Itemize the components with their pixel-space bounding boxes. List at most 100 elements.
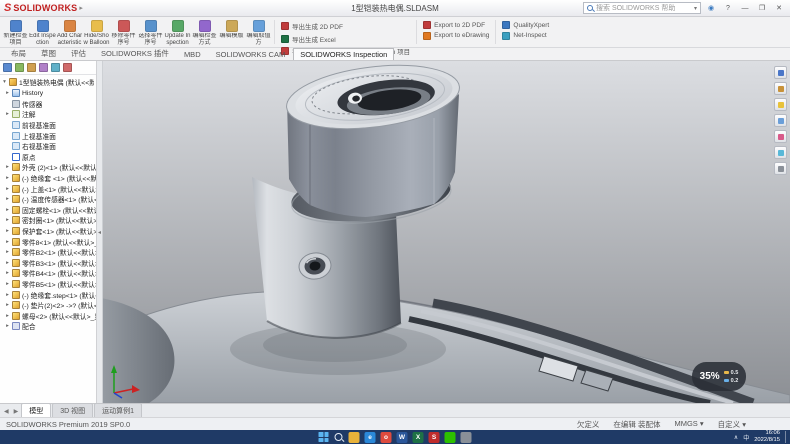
expand-arrow-icon[interactable]: ▸	[5, 217, 10, 223]
manager-tab-icon[interactable]	[15, 63, 24, 72]
ribbon-button[interactable]: 移除零件序号	[110, 18, 137, 46]
menu-expand-arrow-icon[interactable]: ▸	[79, 4, 83, 12]
expand-arrow-icon[interactable]: ▸	[5, 164, 10, 170]
taskbar-clock[interactable]: 16:06 2022/8/15	[754, 430, 780, 443]
manager-tab-icon[interactable]	[51, 63, 60, 72]
expand-arrow-icon[interactable]: ▸	[5, 90, 10, 96]
minimize-button[interactable]: —	[738, 2, 752, 15]
status-item[interactable]: 欠定义	[577, 419, 600, 430]
tree-item[interactable]: ▸ 外壳 (2)<1> (默认<<默认>_显示状	[5, 162, 96, 173]
status-item[interactable]: 自定义 ▾	[718, 419, 746, 430]
quality-menu-item[interactable]: QualityXpert	[502, 21, 549, 29]
manager-tab-icon[interactable]	[39, 63, 48, 72]
tree-item[interactable]: 原点	[5, 152, 96, 163]
expand-arrow-icon[interactable]: ▾	[2, 79, 7, 85]
export-menu-item[interactable]: Export to 2D PDF	[423, 21, 489, 29]
expand-arrow-icon[interactable]: ▸	[5, 239, 10, 245]
tree-item[interactable]: ▸ (-) 绝缘套.step<1> (默认<<默认	[5, 289, 96, 300]
help-search-input[interactable]: 搜索 SOLIDWORKS 帮助 ▾	[583, 2, 701, 14]
export-menu-item[interactable]: Export to eDrawing	[423, 32, 489, 40]
expand-arrow-icon[interactable]: ▸	[5, 292, 10, 298]
export-menu-item[interactable]: 导出生成 Excel	[281, 34, 410, 44]
ribbon-button[interactable]: Hide/Show Balloons	[83, 18, 110, 46]
help-button[interactable]: ?	[721, 2, 735, 15]
ribbon-button[interactable]: 新建检查项目	[2, 18, 29, 46]
ribbon-button[interactable]: 编辑取值方	[245, 18, 272, 46]
login-user-icon[interactable]: ◉	[704, 2, 718, 15]
expand-arrow-icon[interactable]: ▸	[5, 313, 10, 319]
tree-item[interactable]: ▸ 零件B3<1> (默认<<默认>_显	[5, 258, 96, 269]
task-pane-tab-icon[interactable]	[774, 98, 787, 111]
document-tab[interactable]: 运动算例1	[94, 403, 142, 417]
tree-item[interactable]: ▸ 密封圈<1> (默认<<默认>_显示	[5, 215, 96, 226]
tree-item[interactable]: ▸ 配合	[5, 321, 96, 332]
search-dropdown-icon[interactable]: ▾	[694, 5, 697, 12]
ribbon-button[interactable]: 选择零件序号	[137, 18, 164, 46]
ribbon-button[interactable]: Add Characteristic	[56, 18, 83, 46]
task-pane-tab-icon[interactable]	[774, 162, 787, 175]
maximize-button[interactable]: ❐	[755, 2, 769, 15]
taskbar-app-icon[interactable]	[445, 432, 456, 443]
task-pane-tab-icon[interactable]	[774, 114, 787, 127]
expand-arrow-icon[interactable]: ▸	[5, 196, 10, 202]
manager-tab-icon[interactable]	[63, 63, 72, 72]
show-desktop-button[interactable]	[785, 431, 787, 443]
ime-indicator[interactable]: 中	[743, 433, 749, 442]
start-button[interactable]	[319, 432, 329, 442]
tree-item[interactable]: ▸ 零件B5<1> (默认<<默认>_显	[5, 279, 96, 290]
expand-arrow-icon[interactable]: ▸	[5, 281, 10, 287]
ribbon-button[interactable]: Update Inspection Project	[164, 18, 191, 46]
ribbon-button[interactable]: 编辑模版	[218, 18, 245, 46]
taskbar-app-icon[interactable]: S	[429, 432, 440, 443]
tree-item[interactable]: ▸ (-) 垫片(2)<2> ->? (默认<<默认	[5, 300, 96, 311]
document-tab[interactable]: 3D 视图	[52, 403, 93, 417]
document-tab[interactable]: 模型	[21, 403, 51, 417]
tree-item[interactable]: ▸ (-) 绝缘套 <1> (默认<<默认>_显	[5, 173, 96, 184]
command-tab[interactable]: 草图	[34, 46, 63, 60]
command-tab[interactable]: SOLIDWORKS CAM	[209, 48, 293, 60]
expand-arrow-icon[interactable]: ▸	[5, 175, 10, 181]
tree-item[interactable]: ▸ 零件8<1> (默认<<默认>_显示状态	[5, 236, 96, 247]
expand-arrow-icon[interactable]: ▸	[5, 228, 10, 234]
expand-arrow-icon[interactable]: ▸	[5, 186, 10, 192]
command-tab[interactable]: 评估	[64, 46, 93, 60]
quality-menu-item[interactable]: Net-Inspect	[502, 32, 549, 40]
tree-item[interactable]: ▸ 零件B2<1> (默认<<默认>_显	[5, 247, 96, 258]
solidworks-menu[interactable]: S SOLIDWORKS ▸	[4, 3, 83, 14]
tree-item[interactable]: ▸ (-) 上盖<1> (默认<<默认>_显示	[5, 183, 96, 194]
tree-item[interactable]: ▸ (-) 温度传感器<1> (默认<<默	[5, 194, 96, 205]
command-tab[interactable]: SOLIDWORKS Inspection	[293, 48, 394, 60]
3d-model-scene[interactable]	[103, 61, 790, 403]
manager-tab-icon[interactable]	[3, 63, 12, 72]
expand-arrow-icon[interactable]: ▸	[5, 302, 10, 308]
taskbar-app-icon[interactable]: o	[381, 432, 392, 443]
expand-arrow-icon[interactable]: ▸	[5, 270, 10, 276]
taskbar-app-icon[interactable]: X	[413, 432, 424, 443]
expand-arrow-icon[interactable]: ▸	[5, 249, 10, 255]
tab-scroll-left-icon[interactable]: ◀	[2, 408, 11, 417]
tree-item[interactable]: 前视基准面	[5, 120, 96, 131]
expand-arrow-icon[interactable]: ▸	[5, 111, 10, 117]
command-tab[interactable]: SOLIDWORKS 插件	[94, 46, 176, 60]
expand-arrow-icon[interactable]: ▸	[5, 207, 10, 213]
task-pane-tab-icon[interactable]	[774, 82, 787, 95]
tree-item[interactable]: ▸ 固定螺栓<1> (默认<<默认>_显	[5, 205, 96, 216]
taskbar-app-icon[interactable]: W	[397, 432, 408, 443]
graphics-area[interactable]: 35% 0.5 0.2	[103, 61, 790, 403]
tree-root-item[interactable]: ▾ 1型铠装热电偶 (默认<<默认>_显示状态-1	[0, 75, 96, 88]
taskbar-search-icon[interactable]	[335, 433, 343, 441]
status-item[interactable]: MMGS ▾	[674, 419, 703, 430]
status-item[interactable]: 在编辑 装配体	[613, 419, 660, 430]
manager-tab-icon[interactable]	[27, 63, 36, 72]
close-button[interactable]: ✕	[772, 2, 786, 15]
task-pane-tab-icon[interactable]	[774, 130, 787, 143]
task-pane-tab-icon[interactable]	[774, 66, 787, 79]
tree-item[interactable]: 传感器	[5, 99, 96, 110]
tree-item[interactable]: ▸ 注解	[5, 109, 96, 120]
taskbar-app-icon[interactable]	[461, 432, 472, 443]
tab-scroll-right-icon[interactable]: ▶	[12, 408, 21, 417]
expand-arrow-icon[interactable]: ▸	[5, 323, 10, 329]
tree-item[interactable]: 右视基准面	[5, 141, 96, 152]
task-pane-tab-icon[interactable]	[774, 146, 787, 159]
tree-item[interactable]: ▸ History	[5, 88, 96, 99]
